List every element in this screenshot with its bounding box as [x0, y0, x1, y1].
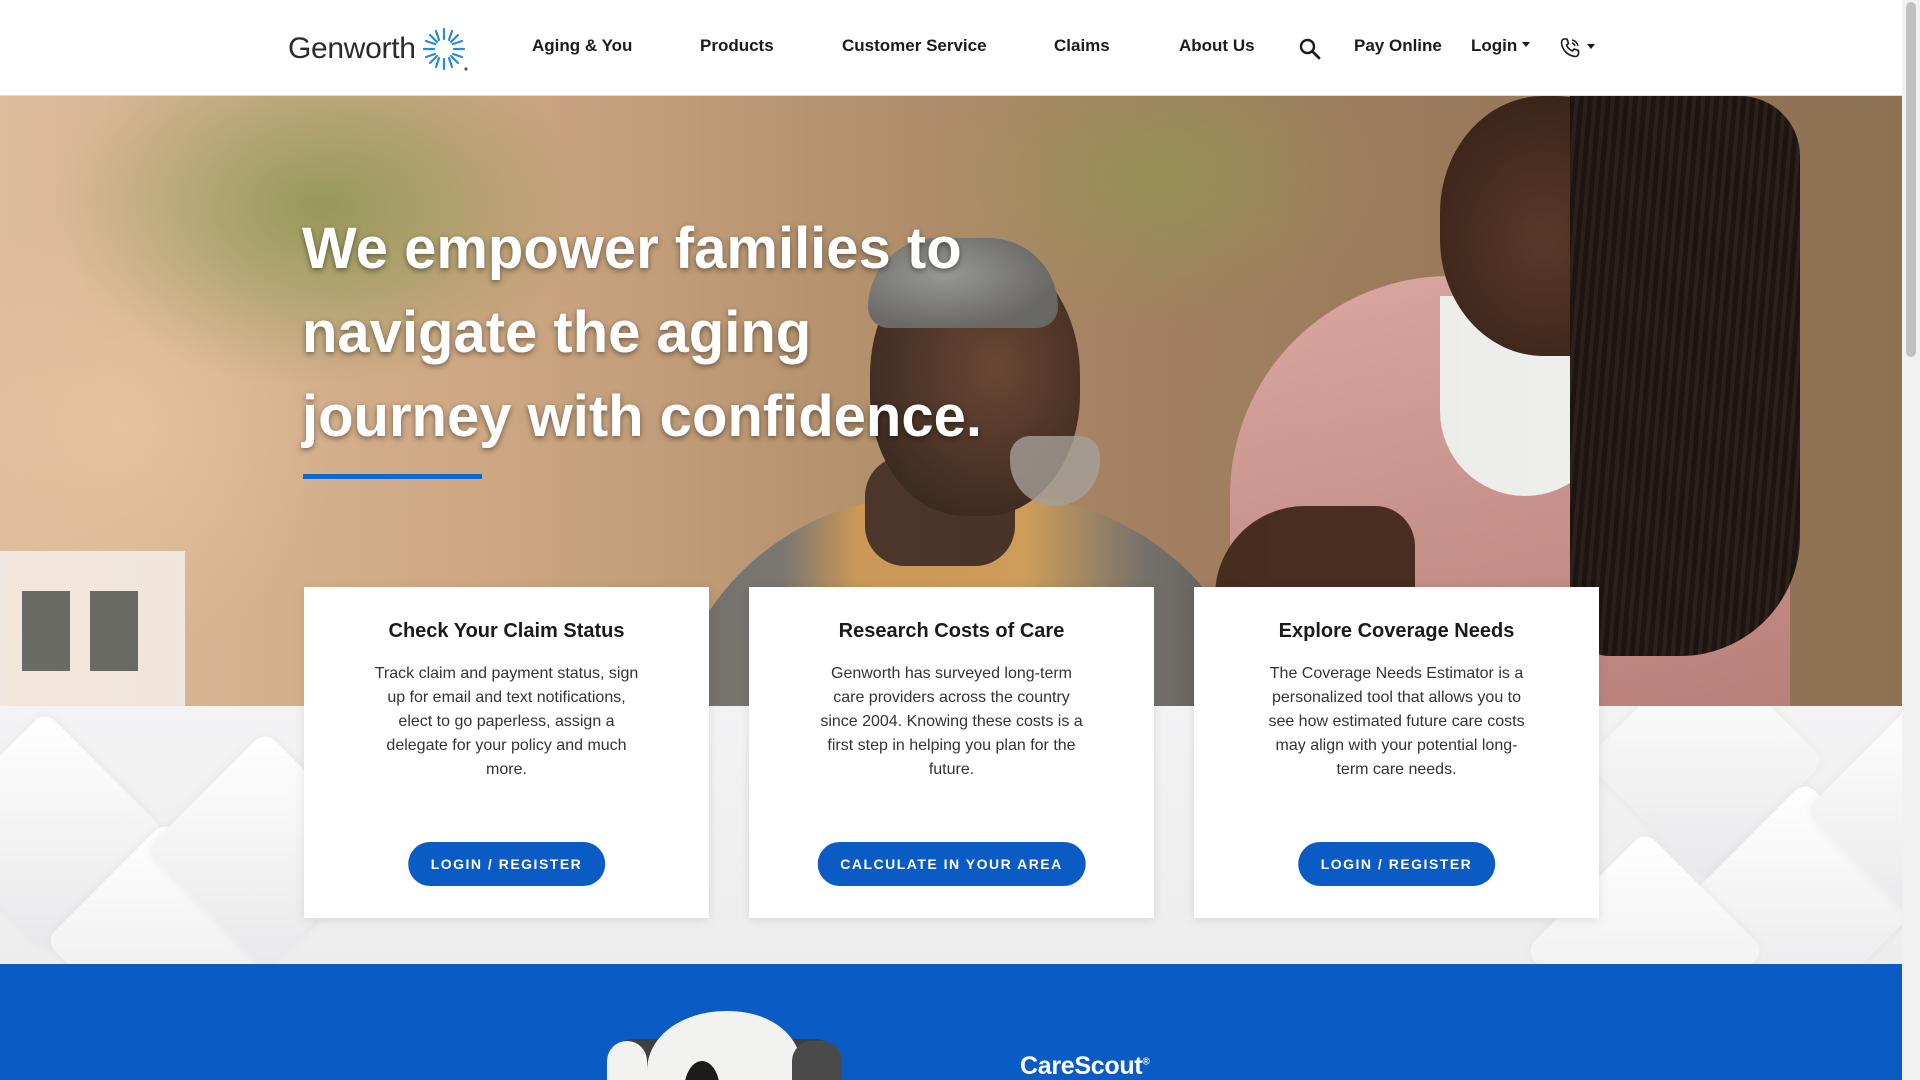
login-register-button[interactable]: LOGIN / REGISTER	[407, 842, 606, 886]
card-title: Explore Coverage Needs	[1278, 620, 1515, 642]
card-coverage-needs: Explore Coverage Needs The Coverage Need…	[1194, 587, 1599, 918]
page-scrollbar[interactable]	[1902, 0, 1920, 1080]
card-costs-of-care: Research Costs of Care Genworth has surv…	[749, 587, 1154, 918]
search-icon[interactable]	[1299, 38, 1321, 60]
card-body: The Coverage Needs Estimator is a person…	[1268, 665, 1525, 778]
scrollbar-thumb[interactable]	[1906, 2, 1916, 357]
login-dropdown[interactable]: Login	[1471, 36, 1531, 56]
card-claim-status: Check Your Claim Status Track claim and …	[304, 587, 709, 918]
card-body: Track claim and payment status, sign up …	[374, 665, 639, 778]
nav-aging-and-you[interactable]: Aging & You	[532, 36, 632, 56]
nav-products[interactable]: Products	[700, 36, 774, 56]
logo-wordmark: Genworth	[288, 32, 416, 65]
carescout-graphic	[607, 1011, 842, 1080]
login-register-button[interactable]: LOGIN / REGISTER	[1297, 842, 1496, 886]
phone-dropdown[interactable]	[1558, 36, 1595, 60]
hero-headline: We empower families to navigate the agin…	[302, 216, 982, 449]
genworth-logo[interactable]: Genworth	[288, 26, 468, 72]
pay-online-link[interactable]: Pay Online	[1354, 36, 1442, 56]
calculate-in-your-area-button[interactable]: CALCULATE IN YOUR AREA	[817, 842, 1086, 886]
nav-about-us[interactable]: About Us	[1179, 36, 1255, 56]
site-header: Genworth Aging & You Products Customer S…	[0, 0, 1902, 96]
card-title: Research Costs of Care	[838, 620, 1065, 642]
carescout-logo[interactable]: CareScout®	[1020, 1052, 1150, 1080]
nav-customer-service[interactable]: Customer Service	[842, 36, 987, 56]
carescout-wordmark: CareScout	[1020, 1052, 1143, 1080]
trademark-symbol: ®	[1142, 1056, 1150, 1068]
card-title: Check Your Claim Status	[388, 620, 625, 642]
card-body: Genworth has surveyed long-term care pro…	[820, 665, 1083, 778]
nav-claims[interactable]: Claims	[1054, 36, 1110, 56]
carescout-promo: CareScout®	[0, 964, 1902, 1080]
login-label: Login	[1471, 36, 1518, 55]
hero-accent-bar	[303, 474, 482, 479]
phone-icon	[1560, 38, 1580, 58]
starburst-logo-icon	[422, 27, 468, 71]
chevron-down-icon	[1522, 42, 1531, 48]
chevron-down-icon	[1587, 43, 1595, 49]
